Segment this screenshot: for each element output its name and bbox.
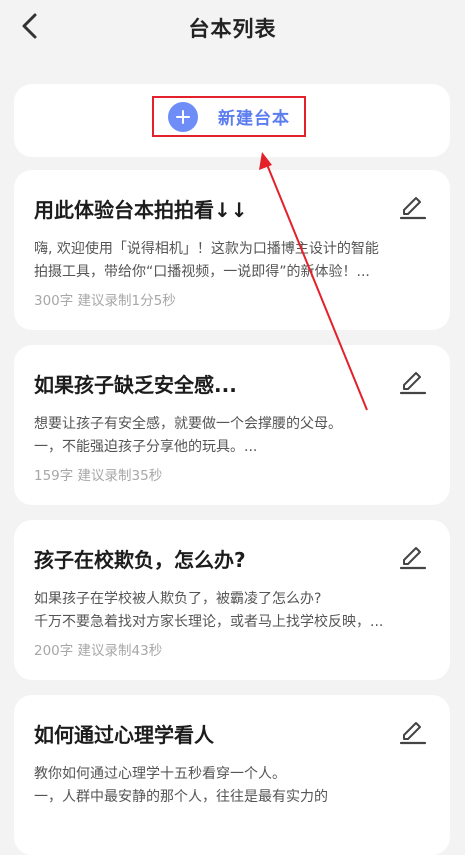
script-meta: 300字 建议录制1分5秒 (34, 293, 176, 309)
page-title: 台本列表 (188, 17, 277, 41)
plus-circle-icon (168, 101, 198, 132)
edit-button[interactable] (398, 190, 428, 220)
script-card[interactable]: 如何通过心理学看人 教你如何通过心理学十五秒看穿一个人。 一，人群中最安静的那个… (14, 695, 450, 855)
script-card[interactable]: 孩子在校欺负，怎么办? 如果孩子在学校被人欺负了，被霸凌了怎么办? 千万不要急着… (14, 520, 450, 680)
edit-icon (399, 722, 427, 745)
script-card[interactable]: 用此体验台本拍拍看↓↓ 嗨, 欢迎使用「说得相机」！这款为口播博主设计的智能 拍… (14, 170, 450, 330)
edit-button[interactable] (398, 540, 428, 570)
script-title: 如果孩子缺乏安全感... (34, 373, 237, 397)
edit-icon (399, 547, 427, 570)
script-description: 如果孩子在学校被人欺负了，被霸凌了怎么办? 千万不要急着找对方家长理论，或者马上… (34, 591, 384, 630)
script-title: 孩子在校欺负，怎么办? (34, 548, 246, 572)
edit-button[interactable] (398, 365, 428, 395)
new-script-button[interactable]: 新建台本 (152, 96, 306, 137)
script-title: 用此体验台本拍拍看↓↓ (34, 198, 248, 222)
edit-icon (399, 197, 427, 220)
edit-icon (399, 372, 427, 395)
script-card[interactable]: 如果孩子缺乏安全感... 想要让孩子有安全感，就要做一个会撑腰的父母。 一，不能… (14, 345, 450, 505)
script-title: 如何通过心理学看人 (34, 723, 214, 747)
new-script-card: 新建台本 (14, 84, 450, 157)
script-description: 教你如何通过心理学十五秒看穿一个人。 一，人群中最安静的那个人，往往是最有实力的 (34, 766, 328, 805)
script-description: 想要让孩子有安全感，就要做一个会撑腰的父母。 一，不能强迫孩子分享他的玩具。..… (34, 416, 342, 455)
script-meta: 159字 建议录制35秒 (34, 468, 163, 484)
header: 台本列表 (0, 0, 465, 56)
new-script-label: 新建台本 (218, 109, 290, 129)
edit-button[interactable] (398, 715, 428, 745)
script-description: 嗨, 欢迎使用「说得相机」！这款为口播博主设计的智能 拍摄工具，带给你“口播视频… (34, 241, 379, 280)
script-meta: 200字 建议录制43秒 (34, 643, 163, 659)
